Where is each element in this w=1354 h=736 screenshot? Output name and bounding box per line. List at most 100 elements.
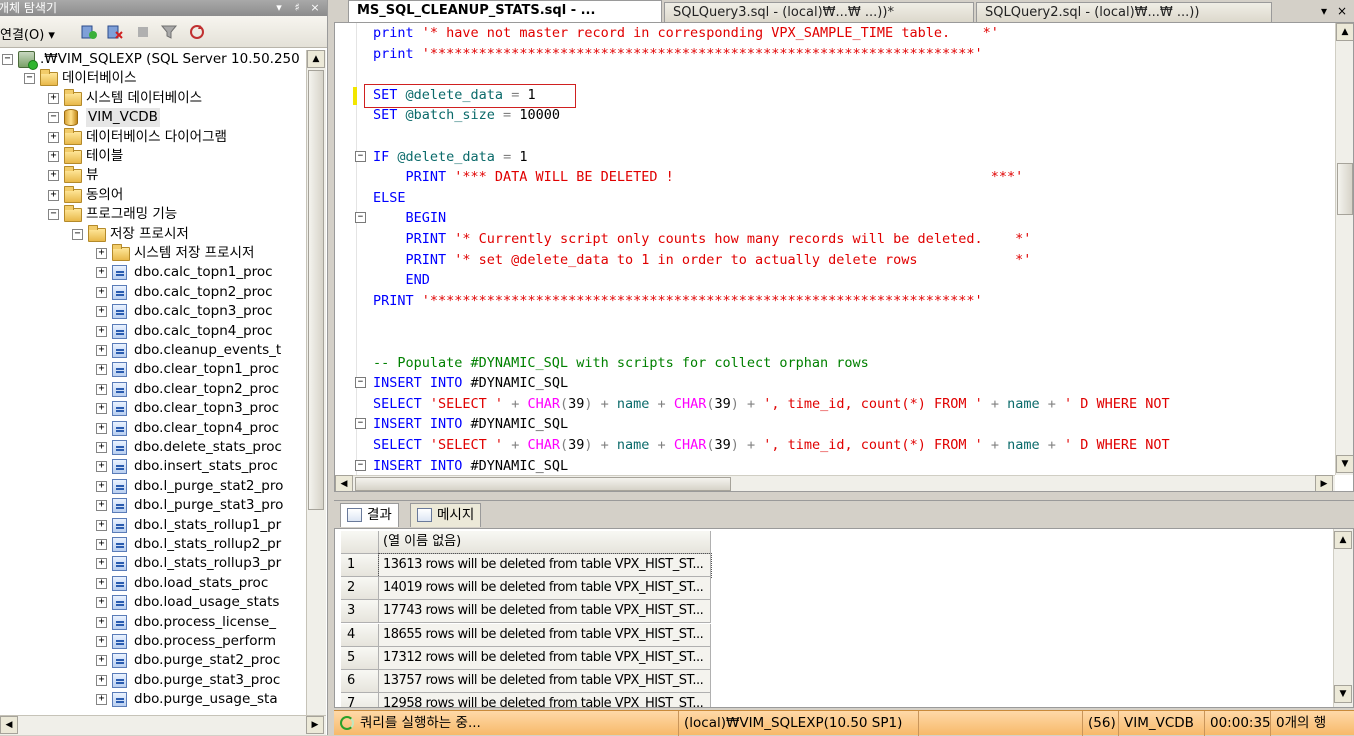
expand-icon[interactable]: + bbox=[96, 694, 107, 706]
scroll-down-icon[interactable]: ▼ bbox=[1334, 685, 1352, 703]
expand-icon[interactable]: + bbox=[96, 345, 107, 356]
scroll-left-icon[interactable]: ◀ bbox=[0, 716, 18, 734]
connect-button[interactable]: 연결(O) ▾ bbox=[0, 24, 55, 43]
scroll-down-icon[interactable]: ▼ bbox=[1336, 455, 1353, 473]
code-line[interactable]: PRINT '* set @delete_data to 1 in order … bbox=[373, 250, 1032, 270]
expand-icon[interactable]: + bbox=[96, 306, 107, 318]
expand-icon[interactable]: + bbox=[96, 383, 107, 395]
expand-icon[interactable]: + bbox=[96, 248, 107, 259]
tab-messages[interactable]: 메시지 bbox=[410, 503, 482, 527]
code-line[interactable]: INSERT INTO #DYNAMIC_SQL bbox=[373, 414, 568, 434]
expand-icon[interactable]: + bbox=[96, 655, 107, 667]
grid-row-number[interactable]: 7 bbox=[341, 693, 379, 707]
results-vertical-scrollbar[interactable]: ▲ ▼ bbox=[1333, 529, 1353, 707]
expand-icon[interactable]: + bbox=[96, 558, 107, 570]
disconnect-icon[interactable] bbox=[106, 23, 124, 41]
grid-column-header[interactable]: (열 이름 없음) bbox=[379, 531, 711, 554]
scroll-thumb[interactable] bbox=[355, 477, 731, 491]
dropdown-icon[interactable]: ▾ bbox=[272, 0, 286, 16]
code-line[interactable]: SELECT 'SELECT ' + CHAR(39) + name + CHA… bbox=[373, 435, 1170, 455]
scroll-up-icon[interactable]: ▲ bbox=[1336, 23, 1353, 41]
collapse-region-icon[interactable]: − bbox=[355, 150, 366, 162]
expand-icon[interactable]: + bbox=[48, 189, 59, 201]
expand-icon[interactable]: + bbox=[96, 267, 107, 279]
code-line[interactable]: PRINT '*********************************… bbox=[373, 291, 983, 311]
expand-icon[interactable]: + bbox=[96, 674, 107, 686]
collapse-icon[interactable]: − bbox=[48, 209, 59, 221]
grid-corner-cell[interactable] bbox=[341, 531, 379, 554]
grid-row-number[interactable]: 3 bbox=[341, 600, 379, 624]
object-explorer-vertical-scrollbar[interactable]: ▲ bbox=[306, 50, 326, 715]
tab-sqlquery2[interactable]: SQLQuery2.sql - (local)₩...₩ ...)) bbox=[976, 2, 1272, 22]
object-explorer-horizontal-scrollbar[interactable]: ◀ ▶ bbox=[0, 715, 326, 735]
scroll-up-icon[interactable]: ▲ bbox=[1334, 531, 1352, 549]
collapse-region-icon[interactable]: − bbox=[355, 212, 366, 224]
close-icon[interactable]: × bbox=[308, 0, 322, 16]
expand-icon[interactable]: + bbox=[48, 92, 59, 104]
code-line[interactable]: END bbox=[373, 270, 430, 290]
collapse-region-icon[interactable]: − bbox=[355, 377, 366, 389]
code-line[interactable]: BEGIN bbox=[373, 208, 447, 228]
editor-horizontal-scrollbar[interactable]: ◀ ▶ bbox=[335, 475, 1335, 491]
expand-icon[interactable]: + bbox=[96, 636, 107, 647]
editor-vertical-scrollbar[interactable]: ▲ ▼ bbox=[1335, 23, 1353, 475]
refresh-icon[interactable] bbox=[188, 23, 206, 41]
expand-icon[interactable]: + bbox=[96, 577, 107, 589]
expand-icon[interactable]: + bbox=[96, 519, 107, 531]
collapse-icon[interactable]: − bbox=[48, 112, 59, 124]
scroll-right-icon[interactable]: ▶ bbox=[1315, 475, 1333, 491]
expand-icon[interactable]: + bbox=[96, 500, 107, 512]
grid-cell[interactable]: 13757 rows will be deleted from table VP… bbox=[379, 670, 711, 693]
filter-icon[interactable] bbox=[160, 23, 178, 41]
grid-cell[interactable]: 17743 rows will be deleted from table VP… bbox=[379, 600, 711, 624]
grid-cell[interactable]: 17312 rows will be deleted from table VP… bbox=[379, 646, 711, 670]
connect-icon[interactable] bbox=[80, 23, 98, 41]
expand-icon[interactable]: + bbox=[96, 403, 107, 415]
stop-icon[interactable] bbox=[134, 23, 152, 41]
collapse-region-icon[interactable]: − bbox=[355, 418, 366, 430]
scroll-left-icon[interactable]: ◀ bbox=[335, 475, 353, 491]
code-line[interactable]: SET @batch_size = 10000 bbox=[373, 105, 560, 125]
tab-sqlquery3[interactable]: SQLQuery3.sql - (local)₩...₩ ...))* bbox=[664, 2, 974, 22]
expand-icon[interactable]: + bbox=[96, 480, 107, 492]
expand-icon[interactable]: + bbox=[96, 422, 107, 434]
expand-icon[interactable]: + bbox=[96, 539, 107, 550]
expand-icon[interactable]: + bbox=[96, 442, 107, 453]
code-line[interactable]: INSERT INTO #DYNAMIC_SQL bbox=[373, 373, 568, 393]
expand-icon[interactable]: + bbox=[48, 131, 59, 143]
code-line[interactable]: PRINT '*** DATA WILL BE DELETED ! ***' bbox=[373, 167, 1024, 187]
tab-list-dropdown-icon[interactable]: ▾ bbox=[1316, 3, 1332, 19]
query-editor[interactable]: − − − − − print '* have not master record in… bbox=[334, 22, 1354, 492]
tab-close-icon[interactable]: × bbox=[1334, 3, 1350, 19]
grid-row-number[interactable]: 1 bbox=[341, 554, 379, 577]
code-line[interactable]: PRINT '* Currently script only counts ho… bbox=[373, 229, 1032, 249]
code-line[interactable]: INSERT INTO #DYNAMIC_SQL bbox=[373, 456, 568, 475]
tab-results[interactable]: 결과 bbox=[340, 503, 399, 527]
expand-icon[interactable]: + bbox=[96, 325, 107, 337]
grid-row-number[interactable]: 5 bbox=[341, 646, 379, 670]
tab-ms-sql-cleanup-stats[interactable]: MS_SQL_CLEANUP_STATS.sql - ... bbox=[348, 0, 662, 22]
code-line[interactable]: print '* have not master record in corre… bbox=[373, 23, 999, 43]
grid-cell[interactable]: 18655 rows will be deleted from table VP… bbox=[379, 623, 711, 647]
collapse-icon[interactable]: − bbox=[24, 73, 35, 85]
expand-icon[interactable]: + bbox=[96, 616, 107, 628]
code-line[interactable]: SELECT 'SELECT ' + CHAR(39) + name + CHA… bbox=[373, 394, 1170, 414]
expand-icon[interactable]: + bbox=[96, 461, 107, 473]
grid-row-number[interactable]: 6 bbox=[341, 670, 379, 693]
collapse-icon[interactable]: − bbox=[72, 228, 83, 240]
grid-cell[interactable]: 13613 rows will be deleted from table VP… bbox=[378, 553, 712, 578]
scroll-thumb[interactable] bbox=[1337, 163, 1353, 215]
grid-cell[interactable]: 12958 rows will be deleted from table VP… bbox=[379, 693, 711, 707]
collapse-region-icon[interactable]: − bbox=[355, 459, 366, 471]
scroll-thumb[interactable] bbox=[308, 70, 324, 510]
code-line[interactable]: -- Populate #DYNAMIC_SQL with scripts fo… bbox=[373, 353, 869, 373]
code-line[interactable]: ELSE bbox=[373, 188, 406, 208]
grid-row-number[interactable]: 4 bbox=[341, 623, 379, 647]
expand-icon[interactable]: + bbox=[96, 286, 107, 298]
scroll-right-icon[interactable]: ▶ bbox=[306, 716, 324, 734]
grid-cell[interactable]: 14019 rows will be deleted from table VP… bbox=[379, 577, 711, 601]
expand-icon[interactable]: + bbox=[96, 597, 107, 609]
expand-icon[interactable]: + bbox=[48, 151, 59, 162]
code-line[interactable]: print '*********************************… bbox=[373, 44, 983, 64]
expand-icon[interactable]: + bbox=[96, 364, 107, 376]
